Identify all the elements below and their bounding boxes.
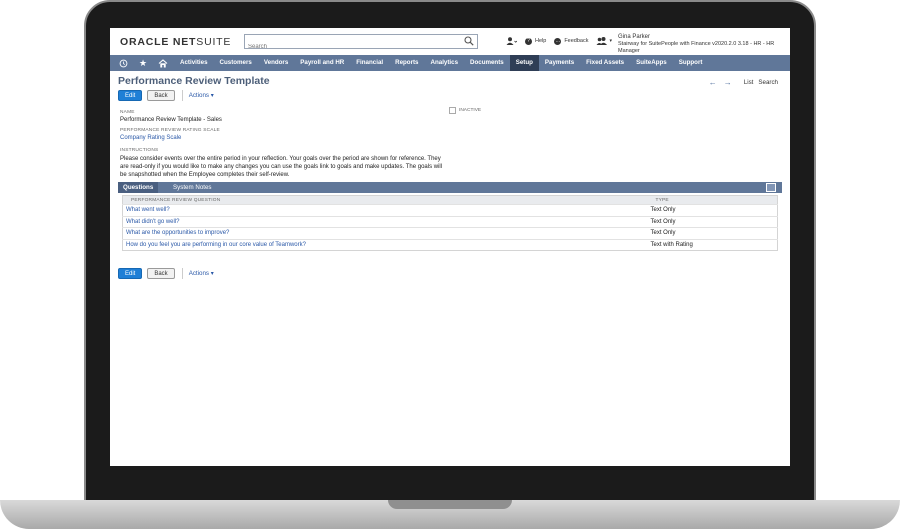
user-name: Gina Parker (618, 34, 651, 40)
question-type: Text with Rating (647, 238, 778, 251)
history-icon (119, 59, 127, 67)
inactive-checkbox[interactable] (449, 107, 456, 114)
header-tools: ? Help … Feedback ▾ (506, 37, 620, 45)
star-icon[interactable]: ★ (136, 55, 150, 71)
user-role: Stairway for SuitePeople with Finance v2… (618, 41, 775, 54)
help-label: Help (535, 38, 547, 44)
search-icon[interactable] (464, 36, 474, 46)
nav-item-activities[interactable]: Activities (174, 55, 214, 71)
chevron-down-icon: ▾ (609, 38, 612, 44)
nav-item-documents[interactable]: Documents (464, 55, 510, 71)
nav-item-setup[interactable]: Setup (509, 55, 539, 71)
back-button-bottom[interactable]: Back (147, 268, 175, 279)
main-nav: ★ Activities Customers Vendors Payroll and … (110, 55, 790, 71)
logo-net: NET (172, 36, 197, 48)
app-screen: ORACLE NETSUITE ? Help … Feedback ▾ (110, 28, 790, 466)
nav-item-analytics[interactable]: Analytics (425, 55, 465, 71)
global-search (244, 34, 478, 54)
user-info[interactable]: Gina Parker Stairway for SuitePeople wit… (618, 34, 790, 55)
divider (181, 268, 183, 279)
user-plus-icon (506, 37, 517, 45)
question-type: Text Only (647, 204, 778, 216)
page-title: Performance Review Template (118, 75, 270, 87)
nav-item-financial[interactable]: Financial (350, 55, 389, 71)
question-type: Text Only (647, 215, 778, 228)
rating-scale-link[interactable]: Company Rating Scale (120, 135, 181, 141)
arrow-right-icon[interactable]: → (724, 78, 732, 87)
instructions-label: INSTRUCTIONS (120, 148, 159, 153)
house-icon (158, 58, 168, 67)
feedback-label: Feedback (564, 38, 589, 44)
instructions-value: Please consider events over the entire p… (120, 156, 443, 178)
nav-item-vendors[interactable]: Vendors (258, 55, 294, 71)
name-label: NAME (120, 110, 135, 115)
table-row: How do you feel you are performing in ou… (122, 238, 778, 251)
users-icon (596, 37, 608, 45)
inactive-field: INACTIVE (449, 107, 481, 114)
questions-table: PERFORMANCE REVIEW QUESTION TYPE What we… (122, 195, 778, 251)
record-navigation: ← → List Search (709, 78, 778, 87)
question-link[interactable]: How do you feel you are performing in ou… (122, 238, 648, 251)
table-row: What are the opportunities to improve? T… (122, 227, 778, 239)
question-column-header[interactable]: PERFORMANCE REVIEW QUESTION (122, 195, 648, 205)
actions-menu[interactable]: Actions ▾ (189, 92, 214, 99)
nav-item-customers[interactable]: Customers (214, 55, 258, 71)
collapse-icon[interactable] (766, 183, 776, 192)
logo-suite: SUITE (196, 36, 232, 48)
bottom-button-row: Edit Back Actions ▾ (118, 268, 214, 279)
rating-scale-label: PERFORMANCE REVIEW RATING SCALE (120, 128, 220, 133)
subtab-bar: Questions System Notes (118, 182, 782, 193)
search-input[interactable] (245, 40, 455, 54)
back-button[interactable]: Back (147, 90, 175, 101)
type-column-header[interactable]: TYPE (647, 195, 778, 205)
search-link[interactable]: Search (758, 79, 778, 86)
feedback-icon: … (554, 37, 562, 45)
help-button[interactable]: ? Help (525, 37, 547, 45)
nav-item-payroll-and-hr[interactable]: Payroll and HR (294, 55, 350, 71)
feedback-button[interactable]: … Feedback (554, 37, 589, 45)
nav-item-payments[interactable]: Payments (539, 55, 580, 71)
nav-item-support[interactable]: Support (673, 55, 709, 71)
question-type: Text Only (647, 227, 778, 239)
tab-questions[interactable]: Questions (118, 182, 159, 193)
edit-button[interactable]: Edit (118, 90, 143, 101)
recent-records-icon[interactable] (116, 55, 130, 71)
name-value: Performance Review Template - Sales (120, 117, 222, 123)
actions-menu-bottom[interactable]: Actions ▾ (189, 270, 214, 277)
top-button-row: Edit Back Actions ▾ (118, 90, 214, 101)
arrow-left-icon[interactable]: ← (709, 78, 717, 87)
nav-item-fixed-assets[interactable]: Fixed Assets (580, 55, 630, 71)
edit-button-bottom[interactable]: Edit (118, 268, 143, 279)
question-link[interactable]: What are the opportunities to improve? (122, 227, 648, 239)
role-switcher[interactable]: ▾ (596, 37, 612, 45)
list-link[interactable]: List (744, 79, 754, 86)
top-bar: ORACLE NETSUITE ? Help … Feedback ▾ (110, 28, 790, 54)
home-icon[interactable] (156, 55, 170, 71)
question-link[interactable]: What went well? (122, 204, 648, 216)
table-row: What went well? Text Only (122, 204, 778, 216)
help-icon: ? (525, 37, 532, 45)
tab-system-notes[interactable]: System Notes (168, 182, 217, 193)
nav-items: Activities Customers Vendors Payroll and HR… (174, 55, 708, 71)
question-link[interactable]: What didn't go well? (122, 215, 648, 228)
logo-oracle: ORACLE (120, 36, 170, 48)
nav-item-reports[interactable]: Reports (389, 55, 424, 71)
laptop-base (0, 500, 900, 529)
table-row: What didn't go well? Text Only (122, 215, 778, 228)
inactive-label: INACTIVE (459, 108, 482, 113)
create-new-button[interactable] (506, 37, 517, 45)
nav-item-suiteapps[interactable]: SuiteApps (630, 55, 673, 71)
divider (181, 90, 183, 101)
oracle-netsuite-logo[interactable]: ORACLE NETSUITE (120, 36, 231, 48)
laptop-notch (388, 500, 512, 509)
table-header-row: PERFORMANCE REVIEW QUESTION TYPE (122, 195, 778, 205)
